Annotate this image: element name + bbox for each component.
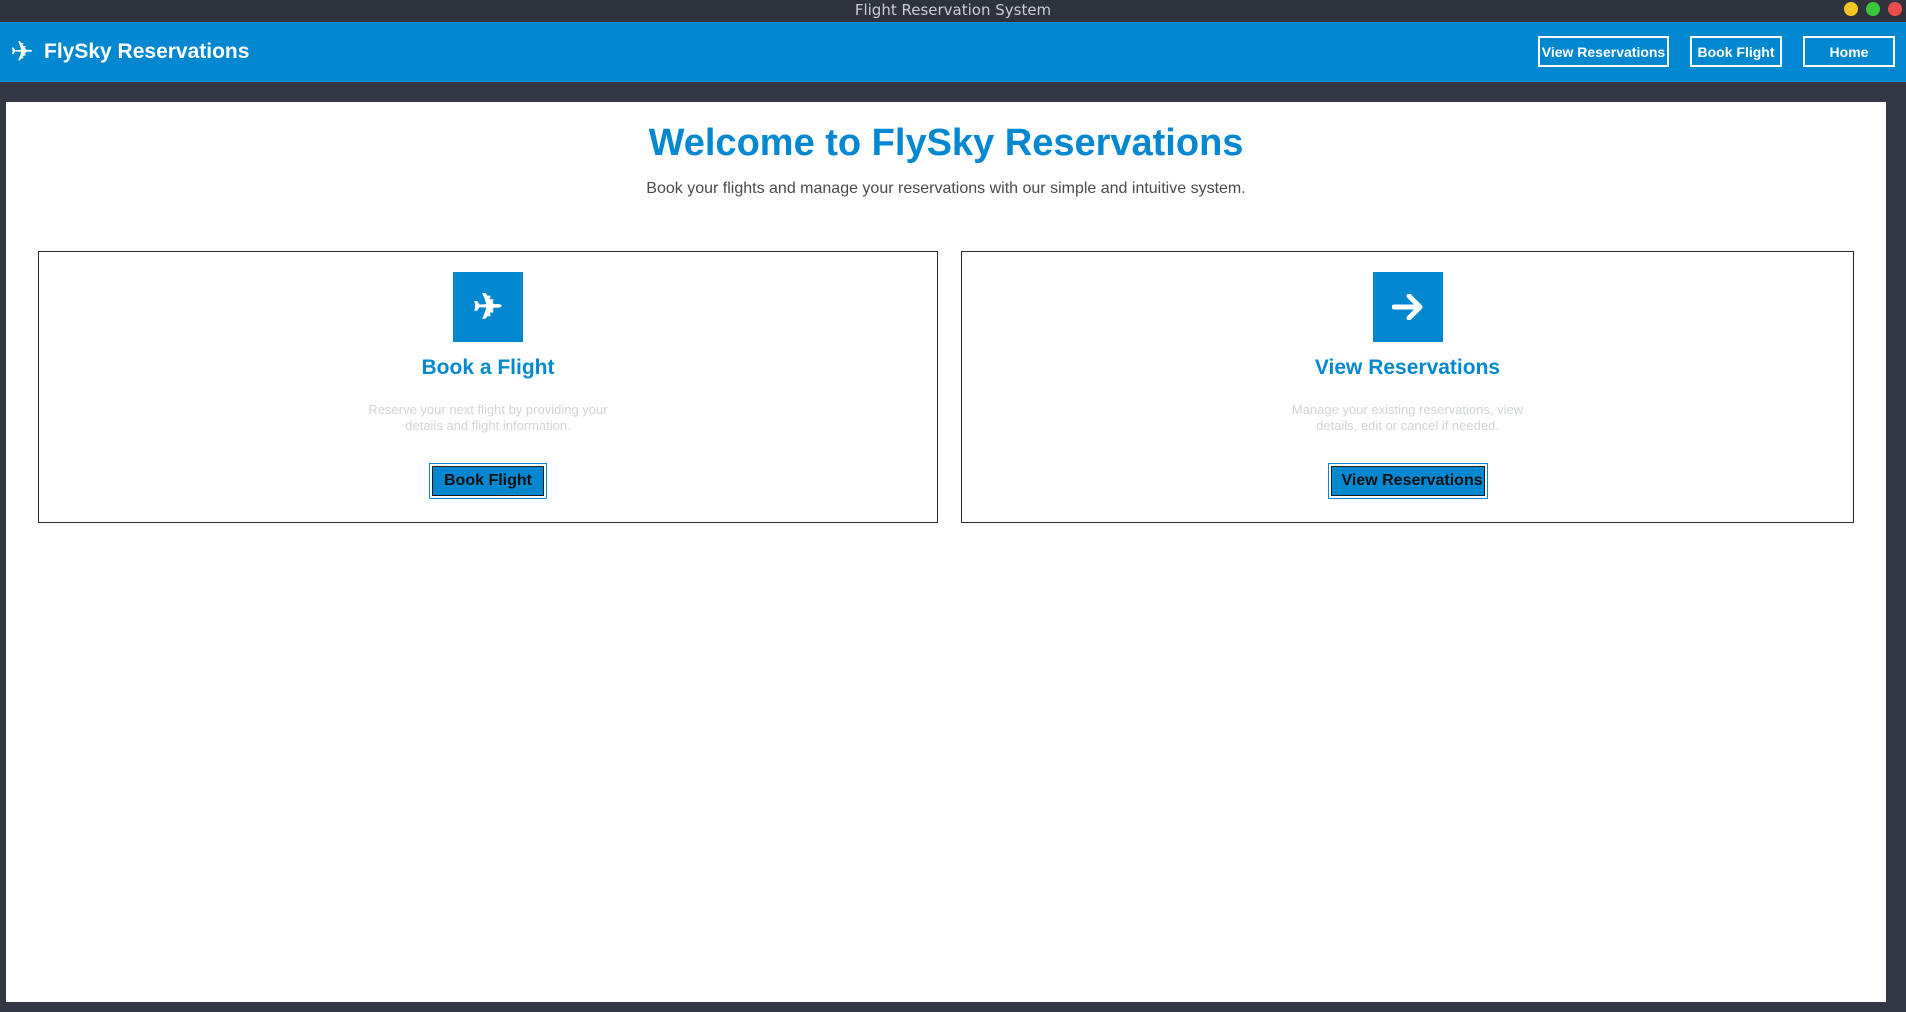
window-controls: [1844, 2, 1902, 16]
airplane-icon: ✈: [453, 272, 523, 342]
book-flight-card: ✈ Book a Flight Reserve your next flight…: [38, 251, 938, 523]
button-focus-ring: Book Flight: [429, 463, 547, 499]
card-title: View Reservations: [1314, 356, 1501, 379]
button-focus-ring: View Reservations: [1327, 463, 1488, 499]
card-title: Book a Flight: [421, 356, 555, 379]
brand: ✈ FlySky Reservations: [8, 38, 249, 66]
window-title: Flight Reservation System: [854, 1, 1052, 19]
card-description: Manage your existing reservations, view …: [1291, 402, 1524, 433]
view-reservations-button[interactable]: View Reservations: [1330, 466, 1485, 496]
nav-view-reservations-button[interactable]: View Reservations: [1538, 36, 1669, 67]
header-nav: View Reservations Book Flight Home: [1538, 36, 1895, 67]
close-button[interactable]: [1888, 2, 1902, 16]
nav-book-flight-button[interactable]: Book Flight: [1690, 36, 1782, 67]
nav-home-button[interactable]: Home: [1803, 36, 1895, 67]
main-content: Welcome to FlySky Reservations Book your…: [6, 102, 1886, 1002]
brand-name: FlySky Reservations: [44, 40, 250, 63]
arrow-right-icon: [1372, 272, 1443, 342]
arrow-right-icon-graphic: [1391, 294, 1422, 320]
airplane-icon: ✈: [10, 36, 34, 67]
minimize-button[interactable]: [1844, 2, 1858, 16]
page-title: Welcome to FlySky Reservations: [648, 122, 1244, 164]
maximize-button[interactable]: [1866, 2, 1880, 16]
card-description: Reserve your next flight by providing yo…: [368, 402, 608, 433]
view-reservations-card: View Reservations Manage your existing r…: [961, 251, 1854, 523]
window-titlebar: Flight Reservation System: [0, 0, 1906, 22]
book-flight-button[interactable]: Book Flight: [432, 466, 544, 496]
page-subtitle: Book your flights and manage your reserv…: [646, 180, 1246, 197]
app-header: ✈ FlySky Reservations View Reservations …: [0, 22, 1906, 82]
